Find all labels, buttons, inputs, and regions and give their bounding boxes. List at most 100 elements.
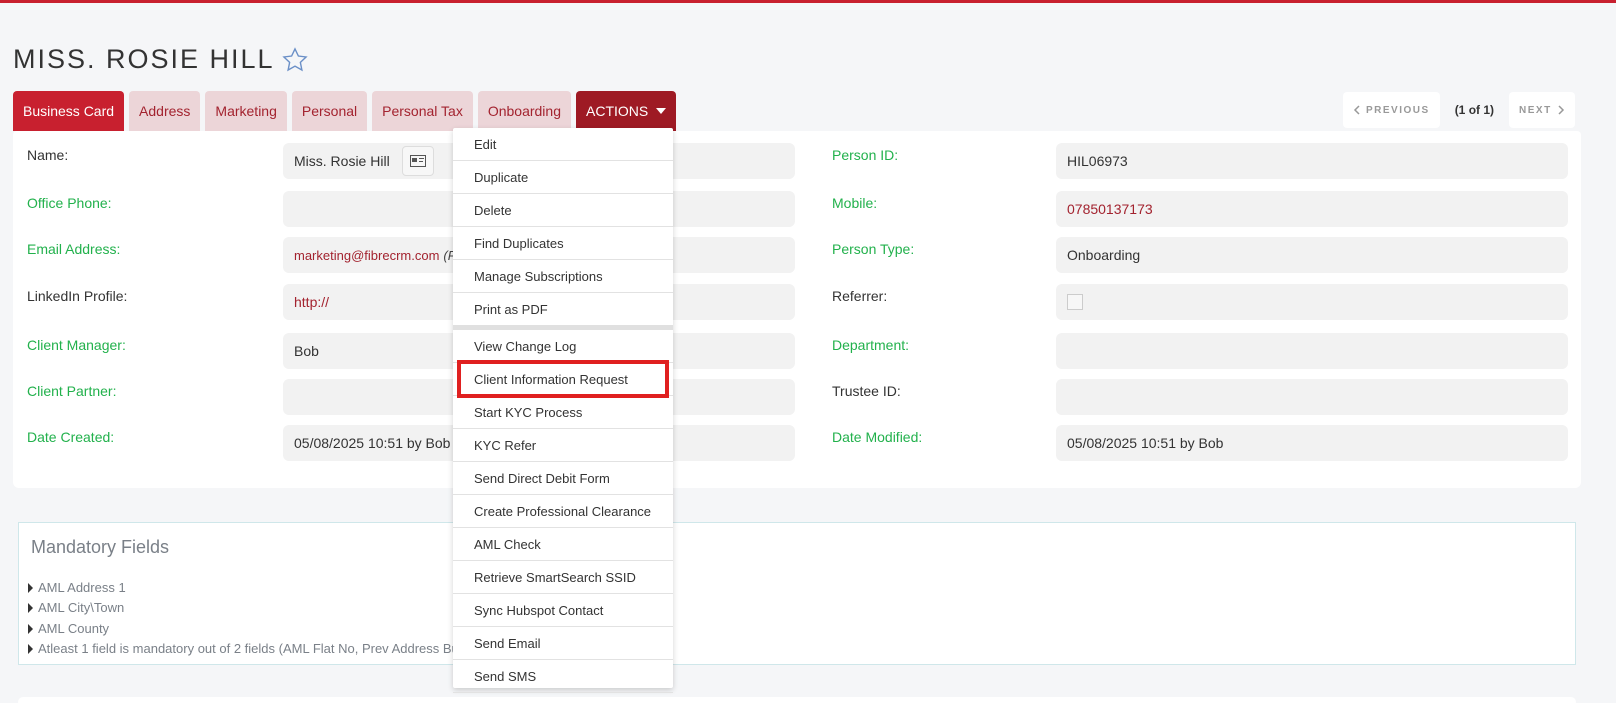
- mandatory-item-label: Atleast 1 field is mandatory out of 2 fi…: [38, 641, 459, 656]
- menu-item-send-sms[interactable]: Send SMS: [453, 660, 673, 693]
- referrer-checkbox[interactable]: [1067, 294, 1083, 310]
- department-field: [1056, 333, 1568, 369]
- menu-item-label: View Change Log: [474, 338, 577, 354]
- client-partner-label: Client Partner:: [27, 383, 117, 399]
- menu-item-edit[interactable]: Edit: [453, 128, 673, 161]
- chevron-left-icon: [1353, 105, 1360, 115]
- mandatory-item[interactable]: Atleast 1 field is mandatory out of 2 fi…: [28, 641, 459, 656]
- menu-item-label: AML Check: [474, 536, 541, 552]
- menu-item-label: Send SMS: [474, 668, 537, 684]
- tab-personal[interactable]: Personal: [291, 91, 368, 131]
- person-id-field: HIL06973: [1056, 143, 1568, 179]
- trustee-id-label: Trustee ID:: [832, 383, 901, 399]
- referrer-label: Referrer:: [832, 288, 888, 304]
- menu-item-send-email[interactable]: Send Email: [453, 627, 673, 660]
- mandatory-item-label: AML County: [38, 621, 110, 636]
- favorite-star-icon[interactable]: [281, 46, 309, 74]
- menu-item-create-professional-clearance[interactable]: Create Professional Clearance: [453, 495, 673, 528]
- menu-item-start-kyc-process[interactable]: Start KYC Process: [453, 396, 673, 429]
- menu-item-label: Duplicate: [474, 169, 529, 185]
- next-button[interactable]: NEXT: [1509, 92, 1575, 128]
- department-label: Department:: [832, 337, 910, 353]
- mandatory-item[interactable]: AML City\Town: [28, 600, 124, 615]
- name-value: Miss. Rosie Hill: [294, 153, 390, 169]
- next-label: NEXT: [1519, 104, 1552, 116]
- menu-item-label: Send Direct Debit Form: [474, 470, 610, 486]
- menu-item-duplicate[interactable]: Duplicate: [453, 161, 673, 194]
- client-manager-value: Bob: [294, 343, 319, 359]
- next-panel-edge: [18, 697, 1576, 703]
- menu-item-label: Manage Subscriptions: [474, 268, 603, 284]
- menu-item-label: Sync Hubspot Contact: [474, 602, 604, 618]
- actions-dropdown-menu: Edit Duplicate Delete Find Duplicates Ma…: [453, 128, 673, 693]
- top-accent-bar: [0, 0, 1616, 3]
- referrer-field: [1056, 284, 1568, 320]
- mandatory-item-label: AML City\Town: [38, 600, 125, 615]
- mandatory-item[interactable]: AML Address 1: [28, 580, 126, 595]
- menu-item-retrieve-smartsearch-ssid[interactable]: Retrieve SmartSearch SSID: [453, 561, 673, 594]
- menu-item-find-duplicates[interactable]: Find Duplicates: [453, 227, 673, 260]
- chevron-right-icon: [1558, 105, 1564, 115]
- tab-label: Marketing: [215, 103, 277, 119]
- trustee-id-field: [1056, 379, 1568, 415]
- client-manager-label: Client Manager:: [27, 337, 126, 353]
- menu-item-manage-subscriptions[interactable]: Manage Subscriptions: [453, 260, 673, 293]
- mandatory-item-label: AML Address 1: [38, 580, 126, 595]
- tab-address[interactable]: Address: [129, 91, 201, 131]
- person-type-field: Onboarding: [1056, 237, 1568, 273]
- menu-item-label: Print as PDF: [474, 302, 548, 317]
- menu-item-label: Edit: [474, 136, 497, 152]
- menu-item-label: Client Information Request: [474, 371, 628, 387]
- tab-business-card[interactable]: Business Card: [13, 91, 125, 131]
- actions-dropdown-button[interactable]: ACTIONS: [576, 91, 677, 131]
- menu-item-label: Start KYC Process: [474, 404, 583, 420]
- menu-item-view-change-log[interactable]: View Change Log: [453, 330, 673, 363]
- page-title: MISS. ROSIE HILL: [13, 44, 275, 74]
- menu-item-label: Retrieve SmartSearch SSID: [474, 569, 636, 585]
- tab-personal-tax[interactable]: Personal Tax: [372, 91, 473, 131]
- menu-item-label: Send Email: [474, 635, 541, 651]
- menu-item-aml-check[interactable]: AML Check: [453, 528, 673, 561]
- email-link[interactable]: marketing@fibrecrm.com: [294, 248, 439, 263]
- tab-marketing[interactable]: Marketing: [205, 91, 287, 131]
- person-id-value: HIL06973: [1067, 153, 1128, 169]
- record-pager: PREVIOUS (1 of 1) NEXT: [1343, 92, 1575, 128]
- date-modified-value: 05/08/2025 10:51 by Bob: [1067, 435, 1224, 451]
- caret-right-icon: [28, 602, 33, 613]
- pager-count: (1 of 1): [1454, 103, 1495, 117]
- linkedin-link[interactable]: http://: [294, 294, 329, 310]
- tab-onboarding[interactable]: Onboarding: [477, 91, 571, 131]
- menu-item-label: Find Duplicates: [474, 235, 564, 251]
- tab-label: ACTIONS: [586, 103, 649, 119]
- previous-button[interactable]: PREVIOUS: [1343, 92, 1440, 128]
- menu-item-label: KYC Refer: [474, 437, 537, 453]
- mandatory-fields-title: Mandatory Fields: [31, 537, 170, 557]
- mobile-field: 07850137173: [1056, 191, 1568, 227]
- menu-item-delete[interactable]: Delete: [453, 194, 673, 227]
- name-label: Name:: [27, 147, 69, 163]
- date-modified-label: Date Modified:: [832, 429, 923, 445]
- person-type-value: Onboarding: [1067, 247, 1141, 263]
- vcard-icon[interactable]: [401, 146, 434, 176]
- mandatory-item[interactable]: AML County: [28, 621, 109, 636]
- date-created-value: 05/08/2025 10:51 by Bob: [294, 435, 451, 451]
- menu-item-label: Create Professional Clearance: [474, 503, 652, 519]
- menu-item-kyc-refer[interactable]: KYC Refer: [453, 429, 673, 462]
- person-type-label: Person Type:: [832, 241, 915, 257]
- record-tabs: Business Card Address Marketing Personal…: [13, 91, 681, 131]
- menu-item-send-direct-debit-form[interactable]: Send Direct Debit Form: [453, 462, 673, 495]
- menu-item-client-information-request[interactable]: Client Information Request: [453, 363, 673, 396]
- menu-item-label: Delete: [474, 202, 512, 218]
- tab-label: Personal Tax: [382, 103, 463, 119]
- menu-item-sync-hubspot-contact[interactable]: Sync Hubspot Contact: [453, 594, 673, 627]
- caret-down-icon: [656, 108, 667, 114]
- mobile-label: Mobile:: [832, 195, 878, 211]
- caret-right-icon: [28, 643, 33, 654]
- mobile-link[interactable]: 07850137173: [1067, 201, 1153, 217]
- email-label: Email Address:: [27, 241, 121, 257]
- menu-item-print-pdf[interactable]: Print as PDF: [453, 293, 673, 326]
- date-created-label: Date Created:: [27, 429, 115, 445]
- tab-label: Personal: [301, 103, 358, 119]
- person-id-label: Person ID:: [832, 147, 899, 163]
- business-card-panel: Name: Miss. Rosie Hill Office Phone: Ema…: [13, 131, 1581, 488]
